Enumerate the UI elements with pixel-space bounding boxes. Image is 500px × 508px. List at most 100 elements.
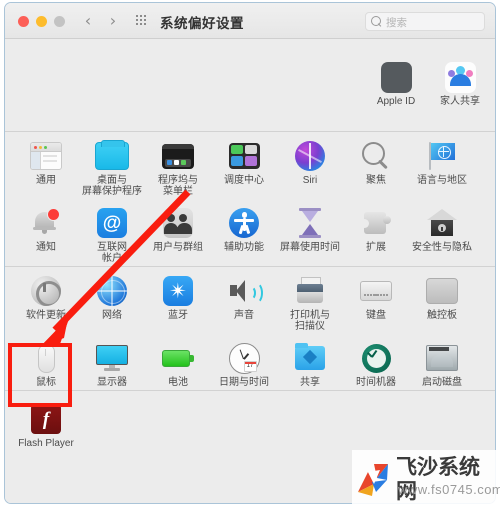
pref-pane-displays[interactable]: 显示器 bbox=[79, 334, 145, 390]
internet-accounts-icon: @ bbox=[97, 208, 127, 238]
pref-pane-users-groups[interactable]: 用户与群组 bbox=[145, 199, 211, 266]
pref-pane-label: 通知 bbox=[36, 242, 56, 253]
pref-pane-mission-control[interactable]: 调度中心 bbox=[211, 132, 277, 199]
display-icon bbox=[96, 345, 128, 371]
printer-icon bbox=[295, 277, 325, 305]
pref-pane-label: 用户与群组 bbox=[153, 242, 203, 253]
family-sharing-icon bbox=[444, 61, 476, 93]
pref-pane-bluetooth[interactable]: ✴ 蓝牙 bbox=[145, 267, 211, 334]
pref-pane-label: 安全性与隐私 bbox=[412, 242, 472, 253]
pinwheel-logo bbox=[358, 464, 388, 496]
pref-pane-label: 日期与时间 bbox=[219, 377, 269, 388]
pref-pane-mouse[interactable]: 鼠标 bbox=[13, 334, 79, 390]
pref-pane-keyboard[interactable]: 键盘 bbox=[343, 267, 409, 334]
pref-pane-label: 家人共享 bbox=[440, 96, 480, 107]
pref-pane-startup-disk[interactable]: 启动磁盘 bbox=[409, 334, 475, 390]
pref-pane-label: 鼠标 bbox=[36, 377, 56, 388]
watermark-url: www.fs0745.com bbox=[398, 482, 500, 497]
zoom-button[interactable] bbox=[54, 16, 65, 27]
pref-pane-time-machine[interactable]: 时间机器 bbox=[343, 334, 409, 390]
flash-player-icon: f bbox=[31, 404, 61, 434]
pref-pane-family-sharing[interactable]: 家人共享 bbox=[425, 53, 495, 109]
extensions-icon bbox=[360, 209, 391, 237]
pref-pane-general[interactable]: 通用 bbox=[13, 132, 79, 199]
accessibility-icon bbox=[229, 208, 259, 238]
pref-pane-sound[interactable]: 声音 bbox=[211, 267, 277, 334]
pref-pane-security-privacy[interactable]: 安全性与隐私 bbox=[409, 199, 475, 266]
pref-pane-label: 共享 bbox=[300, 377, 320, 388]
preferences-content: Apple ID 家人共享 通用 桌面与 屏幕保护程序 程序坞与 菜单栏 调度中… bbox=[5, 39, 495, 503]
bluetooth-icon: ✴ bbox=[163, 276, 193, 306]
pref-pane-label: Apple ID bbox=[376, 96, 416, 107]
pref-pane-label: Siri bbox=[302, 175, 318, 186]
pref-pane-label: 调度中心 bbox=[224, 175, 264, 186]
sharing-folder-icon bbox=[295, 343, 325, 370]
pref-pane-label: 互联网 帐户 bbox=[97, 242, 127, 264]
general-icon bbox=[30, 142, 62, 170]
apple-id-icon bbox=[380, 61, 412, 93]
pref-pane-internet-accounts[interactable]: @ 互联网 帐户 bbox=[79, 199, 145, 266]
pref-pane-printers-scanners[interactable]: 打印机与 扫描仪 bbox=[277, 267, 343, 334]
third-party-section: f Flash Player bbox=[5, 391, 495, 451]
pref-pane-desktop-screensaver[interactable]: 桌面与 屏幕保护程序 bbox=[79, 132, 145, 199]
pref-pane-extensions[interactable]: 扩展 bbox=[343, 199, 409, 266]
pref-pane-label: 网络 bbox=[102, 310, 122, 321]
notifications-icon bbox=[32, 208, 60, 238]
pref-pane-spotlight[interactable]: 聚焦 bbox=[343, 132, 409, 199]
language-region-icon bbox=[427, 142, 457, 170]
sound-icon bbox=[228, 278, 263, 304]
network-icon bbox=[97, 276, 127, 306]
software-update-icon bbox=[31, 276, 61, 306]
pref-pane-label: 软件更新 bbox=[26, 310, 66, 321]
minimize-button[interactable] bbox=[36, 16, 47, 27]
spotlight-icon bbox=[361, 141, 391, 171]
pref-pane-label: 打印机与 扫描仪 bbox=[290, 310, 330, 332]
desktop-screensaver-icon bbox=[95, 140, 129, 170]
pref-pane-label: 程序坞与 菜单栏 bbox=[158, 175, 198, 197]
pref-pane-label: 电池 bbox=[168, 377, 188, 388]
date-badge: 17 bbox=[243, 360, 257, 372]
personal-section: 通用 桌面与 屏幕保护程序 程序坞与 菜单栏 调度中心 Siri 聚焦 语言与地… bbox=[5, 132, 495, 266]
pref-pane-label: 语言与地区 bbox=[417, 175, 467, 186]
pref-pane-sharing[interactable]: 共享 bbox=[277, 334, 343, 390]
pref-pane-software-update[interactable]: 软件更新 bbox=[13, 267, 79, 334]
pref-pane-accessibility[interactable]: 辅助功能 bbox=[211, 199, 277, 266]
pref-pane-label: 启动磁盘 bbox=[422, 377, 462, 388]
forward-arrow-icon[interactable]: › bbox=[106, 13, 120, 29]
grid-view-icon[interactable] bbox=[136, 15, 149, 27]
pref-pane-label: 时间机器 bbox=[356, 377, 396, 388]
pref-pane-trackpad[interactable]: 触控板 bbox=[409, 267, 475, 334]
pref-pane-label: 触控板 bbox=[427, 310, 457, 321]
pref-pane-label: 辅助功能 bbox=[224, 242, 264, 253]
pref-pane-label: 显示器 bbox=[97, 377, 127, 388]
mission-control-icon bbox=[228, 143, 260, 169]
pref-pane-dock-menubar[interactable]: 程序坞与 菜单栏 bbox=[145, 132, 211, 199]
trackpad-icon bbox=[426, 278, 458, 304]
users-groups-icon bbox=[163, 208, 193, 238]
keyboard-icon bbox=[360, 281, 392, 301]
pref-pane-date-time[interactable]: 17 日期与时间 bbox=[211, 334, 277, 390]
account-section: Apple ID 家人共享 bbox=[5, 39, 495, 131]
security-privacy-icon bbox=[427, 209, 457, 237]
pref-pane-label: 声音 bbox=[234, 310, 254, 321]
pref-pane-label: 聚焦 bbox=[366, 175, 386, 186]
close-button[interactable] bbox=[18, 16, 29, 27]
pref-pane-language-region[interactable]: 语言与地区 bbox=[409, 132, 475, 199]
pref-pane-label: 通用 bbox=[36, 175, 56, 186]
pref-pane-screen-time[interactable]: 屏幕使用时间 bbox=[277, 199, 343, 266]
search-input[interactable]: 搜索 bbox=[365, 12, 485, 31]
pref-pane-siri[interactable]: Siri bbox=[277, 132, 343, 199]
time-machine-icon bbox=[361, 343, 391, 373]
pref-pane-notifications[interactable]: 通知 bbox=[13, 199, 79, 266]
pref-pane-apple-id[interactable]: Apple ID bbox=[361, 53, 431, 109]
pref-pane-battery[interactable]: 电池 bbox=[145, 334, 211, 390]
window-titlebar: ‹ › 系统偏好设置 搜索 bbox=[5, 3, 495, 39]
pref-pane-flash-player[interactable]: f Flash Player bbox=[13, 395, 79, 451]
pref-pane-label: 蓝牙 bbox=[168, 310, 188, 321]
system-preferences-window: ‹ › 系统偏好设置 搜索 Apple ID 家人共享 通用 桌面与 屏幕保护程… bbox=[4, 2, 496, 504]
pref-pane-network[interactable]: 网络 bbox=[79, 267, 145, 334]
dock-menubar-icon bbox=[162, 143, 194, 169]
pref-pane-label: 扩展 bbox=[366, 242, 386, 253]
back-arrow-icon[interactable]: ‹ bbox=[81, 13, 95, 29]
watermark: 飞沙系统网 www.fs0745.com bbox=[352, 450, 500, 508]
